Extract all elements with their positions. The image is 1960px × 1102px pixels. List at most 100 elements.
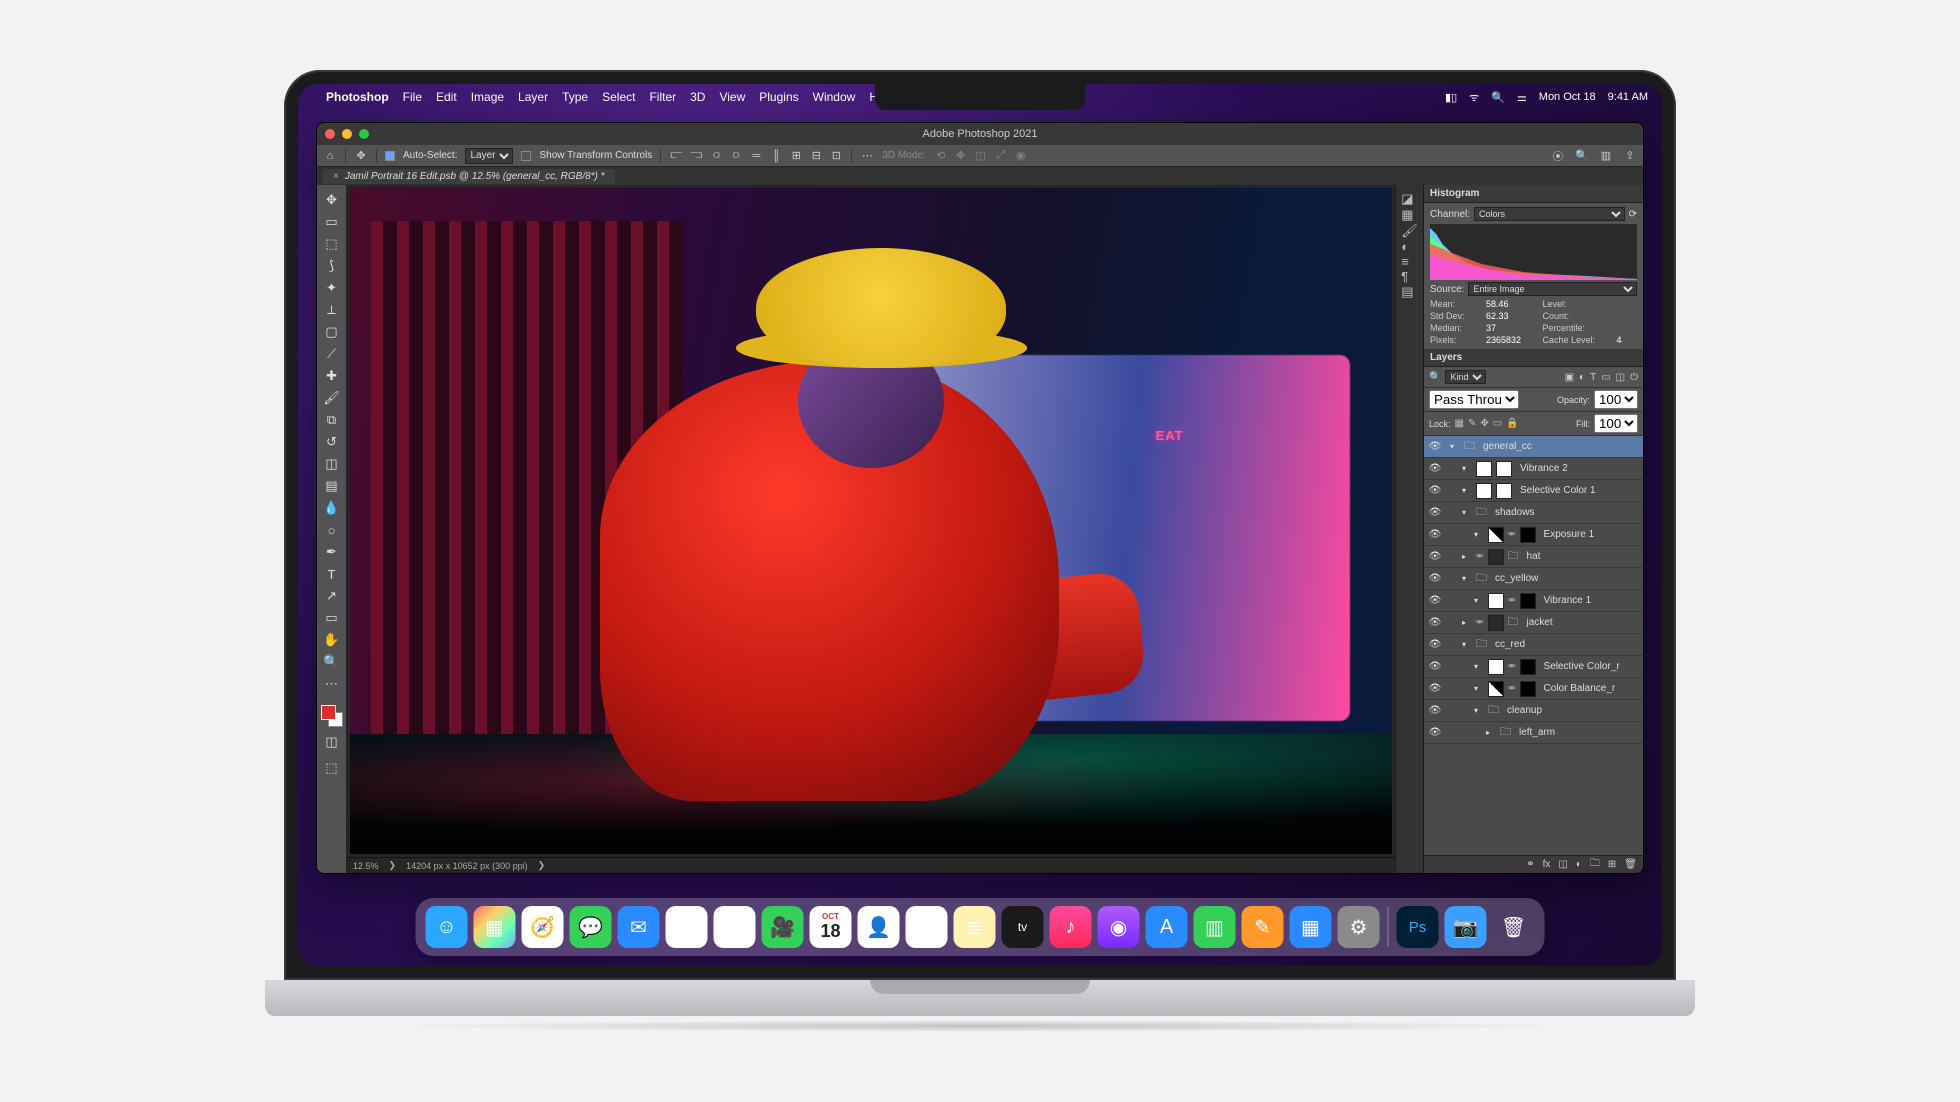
visibility-icon[interactable]: 👁 [1428, 595, 1442, 606]
dock-app-trash[interactable]: 🗑 [1493, 906, 1535, 948]
histogram-tab[interactable]: Histogram [1424, 185, 1643, 203]
layer-thumb[interactable] [1488, 593, 1504, 609]
disclosure-icon[interactable]: ▾ [1462, 508, 1472, 517]
align-icon-2[interactable]: ⫏ [709, 149, 723, 163]
rectangle-tool[interactable]: ▭ [321, 607, 343, 629]
layer-row[interactable]: 👁▾⚮Selective Color_r [1424, 656, 1643, 678]
layer-thumb[interactable] [1476, 483, 1492, 499]
dock-app-settings[interactable]: ⚙ [1338, 906, 1380, 948]
menu-filter[interactable]: Filter [649, 90, 676, 104]
disclosure-icon[interactable]: ▾ [1462, 464, 1472, 473]
brushes-panel-icon[interactable]: 🖌 [1401, 223, 1418, 239]
layer-name[interactable]: hat [1527, 551, 1541, 562]
control-center-icon[interactable]: ⚌ [1517, 91, 1527, 104]
visibility-icon[interactable]: 👁 [1428, 683, 1442, 694]
menu-file[interactable]: File [403, 90, 422, 104]
dock-app-photoshop[interactable]: Ps [1397, 906, 1439, 948]
layer-row[interactable]: 👁▾⚮Exposure 1 [1424, 524, 1643, 546]
disclosure-icon[interactable]: ▾ [1474, 530, 1484, 539]
layer-row[interactable]: 👁▾Selective Color 1 [1424, 480, 1643, 502]
layer-row[interactable]: 👁▾🗀cleanup [1424, 700, 1643, 722]
layer-row[interactable]: 👁▾🗀general_cc [1424, 436, 1643, 458]
share-icon[interactable]: ⇪ [1623, 149, 1637, 163]
visibility-icon[interactable]: 👁 [1428, 617, 1442, 628]
align-icon-7[interactable]: ⊟ [809, 149, 823, 163]
layer-mask-thumb[interactable] [1520, 659, 1536, 675]
search-icon[interactable]: 🔍 [1575, 149, 1589, 163]
filter-pixel-icon[interactable]: ▣ [1565, 372, 1574, 383]
move-tool-icon[interactable]: ✥ [354, 149, 368, 163]
auto-select-checkbox[interactable] [385, 151, 395, 161]
flyout-icon[interactable]: ❯ [538, 860, 546, 871]
visibility-icon[interactable]: 👁 [1428, 507, 1442, 518]
layer-mask-icon[interactable]: ◫ [1558, 859, 1567, 870]
foreground-color-swatch[interactable] [321, 705, 336, 720]
layer-thumb[interactable] [1488, 681, 1504, 697]
quick-select-tool[interactable]: ✦ [321, 277, 343, 299]
dock-app-tv[interactable]: tv [1002, 906, 1044, 948]
layer-row[interactable]: 👁▾🗀cc_yellow [1424, 568, 1643, 590]
auto-select-dropdown[interactable]: Layer [465, 148, 513, 164]
dock-app-notes[interactable]: ≣ [954, 906, 996, 948]
refresh-icon[interactable]: ⟳ [1629, 209, 1637, 220]
kind-dropdown[interactable]: Kind [1445, 370, 1486, 384]
workspace-icon[interactable]: ▥ [1599, 149, 1613, 163]
dock-app-launchpad[interactable]: ▦ [474, 906, 516, 948]
disclosure-icon[interactable]: ▾ [1474, 596, 1484, 605]
brush-tool[interactable]: 🖌 [321, 387, 343, 409]
dock-app-appstore[interactable]: A [1146, 906, 1188, 948]
artboard-tool[interactable]: ▭ [321, 211, 343, 233]
layer-row[interactable]: 👁▸🗀left_arm [1424, 722, 1643, 744]
visibility-icon[interactable]: 👁 [1428, 573, 1442, 584]
menu-image[interactable]: Image [471, 90, 504, 104]
visibility-icon[interactable]: 👁 [1428, 485, 1442, 496]
hand-tool[interactable]: ✋ [321, 629, 343, 651]
layer-name[interactable]: cleanup [1507, 705, 1542, 716]
layer-name[interactable]: Vibrance 1 [1544, 595, 1592, 606]
filter-type-icon[interactable]: T [1590, 372, 1596, 383]
dock-app-facetime[interactable]: 🎥 [762, 906, 804, 948]
dock-app-pages[interactable]: ✎ [1242, 906, 1284, 948]
blend-mode-dropdown[interactable]: Pass Through [1429, 390, 1519, 409]
swatches-panel-icon[interactable]: ▦ [1401, 207, 1418, 223]
layer-thumb[interactable] [1476, 461, 1492, 477]
visibility-icon[interactable]: 👁 [1428, 551, 1442, 562]
document-dimensions[interactable]: 14204 px x 10652 px (300 ppi) [406, 861, 528, 871]
align-icon-6[interactable]: ⊞ [789, 149, 803, 163]
channel-dropdown[interactable]: Colors [1474, 207, 1625, 221]
close-button[interactable] [325, 129, 335, 139]
move-tool[interactable]: ✥ [321, 189, 343, 211]
layer-name[interactable]: general_cc [1483, 441, 1532, 452]
battery-icon[interactable]: ▮▯ [1445, 91, 1457, 104]
menubar-app-name[interactable]: Photoshop [326, 90, 389, 104]
layer-name[interactable]: jacket [1527, 617, 1553, 628]
disclosure-icon[interactable]: ▸ [1486, 728, 1496, 737]
layer-name[interactable]: left_arm [1519, 727, 1555, 738]
spotlight-icon[interactable]: 🔍 [1491, 91, 1505, 104]
window-titlebar[interactable]: Adobe Photoshop 2021 [317, 123, 1643, 145]
lasso-tool[interactable]: ⟆ [321, 255, 343, 277]
menu-3d[interactable]: 3D [690, 90, 705, 104]
show-transform-checkbox[interactable] [521, 151, 531, 161]
disclosure-icon[interactable]: ▾ [1462, 486, 1472, 495]
screen-mode-icon[interactable]: ⬚ [321, 757, 343, 779]
layer-row[interactable]: 👁▾🗀cc_red [1424, 634, 1643, 656]
eraser-tool[interactable]: ◫ [321, 453, 343, 475]
minimize-button[interactable] [342, 129, 352, 139]
gradient-tool[interactable]: ▤ [321, 475, 343, 497]
disclosure-icon[interactable]: ▸ [1462, 552, 1472, 561]
layer-mask-thumb[interactable] [1520, 681, 1536, 697]
clone-tool[interactable]: ⧉ [321, 409, 343, 431]
document-canvas[interactable]: EAT [350, 188, 1392, 854]
lock-transparent-icon[interactable]: ▦ [1455, 418, 1464, 429]
align-icon-4[interactable]: ═ [749, 149, 763, 163]
layer-row[interactable]: 👁▾⚮Vibrance 1 [1424, 590, 1643, 612]
menu-plugins[interactable]: Plugins [759, 90, 798, 104]
frame-tool[interactable]: ▢ [321, 321, 343, 343]
document-tab[interactable]: × Jamil Portrait 16 Edit.psb @ 12.5% (ge… [323, 169, 615, 184]
visibility-icon[interactable]: 👁 [1428, 441, 1442, 452]
dock-app-messages[interactable]: 💬 [570, 906, 612, 948]
dock-app-keynote[interactable]: ▦ [1290, 906, 1332, 948]
zoom-level[interactable]: 12.5% [353, 861, 379, 871]
disclosure-icon[interactable]: ▾ [1474, 662, 1484, 671]
